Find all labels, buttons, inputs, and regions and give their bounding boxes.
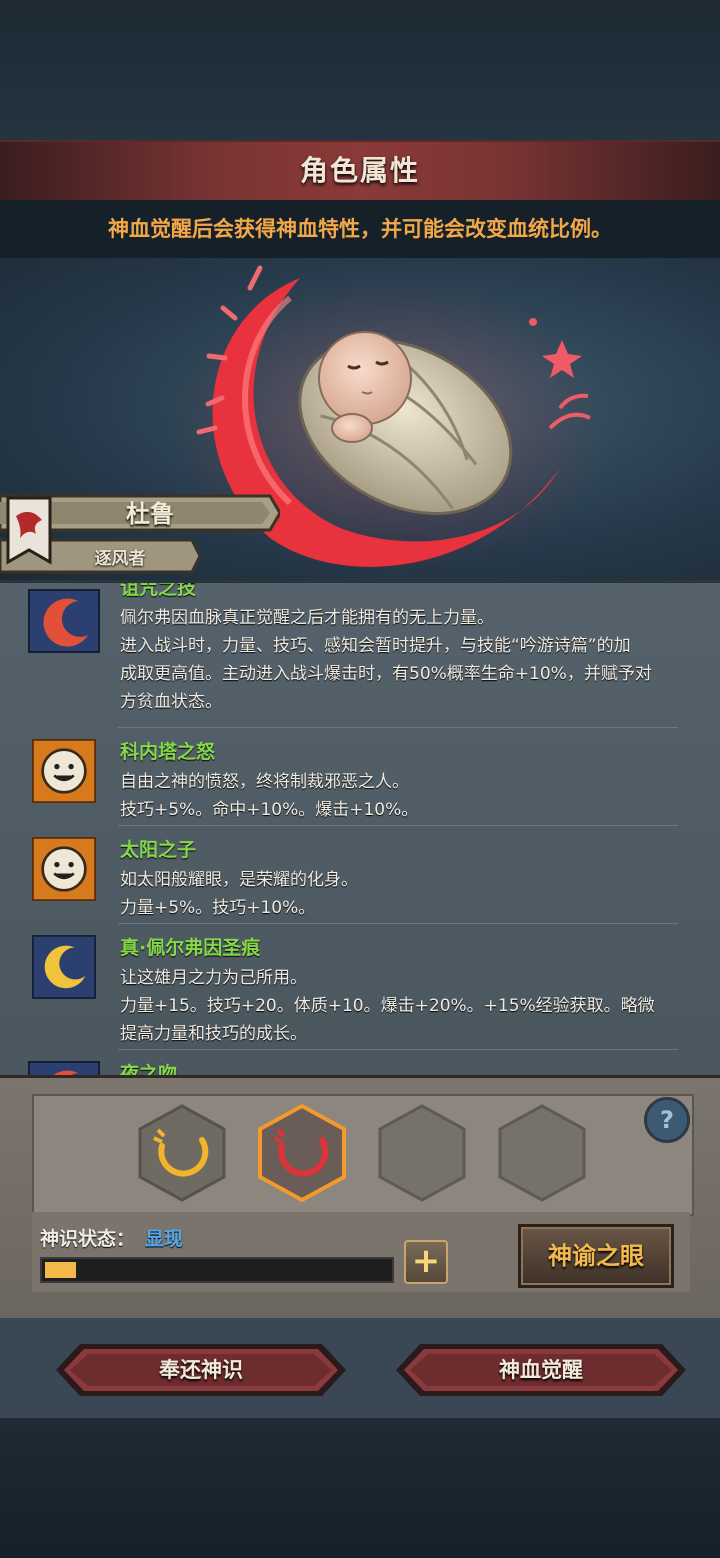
divider <box>118 825 678 826</box>
trait-desc-line: 进入战斗时，力量、技巧、感知会暂时提升，与技能“吟游诗篇”的加 <box>120 636 631 656</box>
status-label: 神识状态： <box>40 1228 136 1250</box>
divider <box>118 1049 678 1050</box>
gold-crescent-icon <box>32 935 96 999</box>
status-value: 显现 <box>145 1228 184 1250</box>
oracle-eye-button[interactable]: 神谕之眼 <box>518 1224 674 1288</box>
trait-desc-line: 技巧+5%。命中+10%。爆击+10%。 <box>120 800 419 820</box>
trait-list[interactable]: 诅咒之技 佩尔弗因血脉真正觉醒之后才能拥有的无上力量。 进入战斗时，力量、技巧、… <box>0 580 720 1078</box>
trait-desc-line: 佩尔弗因血脉真正觉醒之后才能拥有的无上力量。 <box>120 608 494 628</box>
add-button[interactable]: + <box>404 1240 448 1284</box>
slot-2[interactable] <box>258 1103 346 1203</box>
bottom-background <box>0 1418 720 1558</box>
clan-emblem-icon <box>6 496 52 565</box>
trait-desc-line: 自由之神的愤怒，终将制裁邪恶之人。 <box>120 772 409 792</box>
slot-4[interactable] <box>498 1104 586 1202</box>
sun-face-icon <box>32 739 96 803</box>
title-banner: 角色属性 <box>0 140 720 202</box>
top-background <box>0 0 720 140</box>
progress-fill <box>45 1262 76 1278</box>
page-title: 角色属性 <box>299 154 420 187</box>
sun-face-icon <box>32 837 96 901</box>
divider <box>118 923 678 924</box>
trait-desc-line: 提高力量和技巧的成长。 <box>120 1024 307 1044</box>
return-divine-sense-button[interactable]: 奉还神识 <box>56 1342 346 1398</box>
trait-desc-line: 方贫血状态。 <box>120 692 222 712</box>
trait-desc-line: 力量+5%。技巧+10%。 <box>120 898 316 918</box>
trait-name: 太阳之子 <box>120 839 197 861</box>
trait-name: 真·佩尔弗因圣痕 <box>120 937 261 959</box>
blood-awaken-label: 神血觉醒 <box>499 1358 583 1382</box>
trait-desc-line: 让这雄月之力为己所用。 <box>120 968 307 988</box>
subtitle-banner: 神血觉醒后会获得神血特性，并可能会改变血统比例。 <box>0 200 720 258</box>
trait-desc-line: 成取更高值。主动进入战斗爆击时，有50%概率生命+10%，并赋予对 <box>120 664 652 684</box>
bloodline-slots <box>32 1094 694 1216</box>
character-class: 逐风者 <box>94 549 146 569</box>
return-divine-sense-label: 奉还神识 <box>159 1358 243 1382</box>
trait-desc-line: 力量+15。技巧+20。体质+10。爆击+20%。+15%经验获取。略微 <box>120 996 655 1016</box>
trait-desc-line: 如太阳般耀眼，是荣耀的化身。 <box>120 870 358 890</box>
blood-awaken-button[interactable]: 神血觉醒 <box>396 1342 686 1398</box>
help-icon[interactable]: ? <box>644 1097 690 1143</box>
oracle-eye-label: 神谕之眼 <box>548 1242 644 1270</box>
trait-name: 科内塔之怒 <box>120 741 216 763</box>
slot-3[interactable] <box>378 1104 466 1202</box>
trait-name: 诅咒之技 <box>120 580 197 599</box>
divider <box>118 727 678 728</box>
divine-sense-progress <box>40 1257 394 1283</box>
page-subtitle: 神血觉醒后会获得神血特性，并可能会改变血统比例。 <box>108 217 612 241</box>
slot-1[interactable] <box>138 1104 226 1202</box>
red-crescent-icon <box>28 589 100 653</box>
